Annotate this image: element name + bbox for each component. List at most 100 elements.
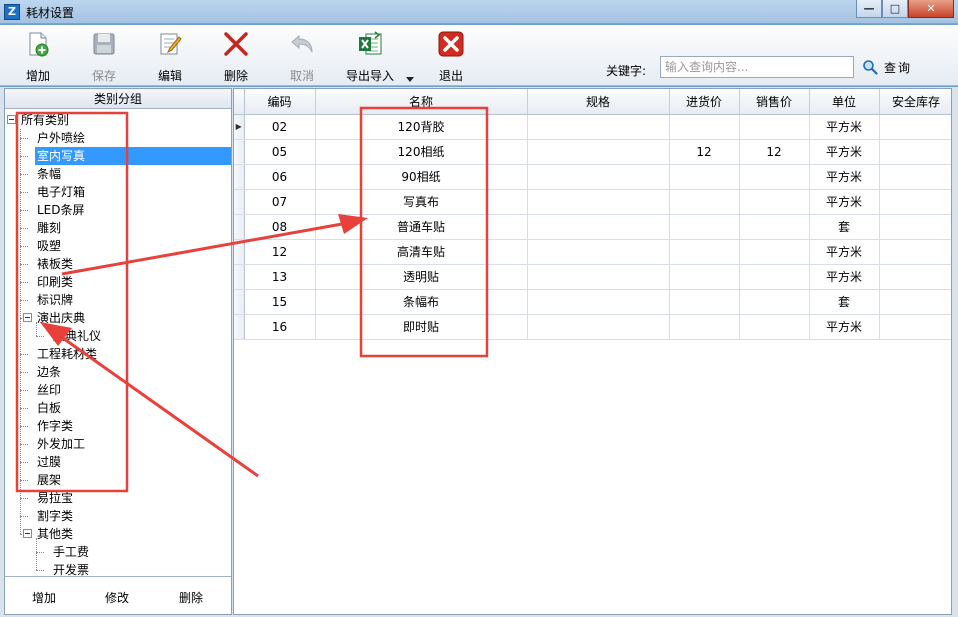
cell-code[interactable]: 08 [244, 214, 316, 240]
cell-safety-stock[interactable] [879, 214, 951, 240]
tree-item[interactable]: 所有类别 [19, 111, 71, 129]
cell-purchase-price[interactable] [669, 289, 740, 315]
tree-item[interactable]: 外发加工 [35, 435, 87, 453]
cell-sale-price[interactable] [739, 114, 810, 140]
cell-safety-stock[interactable] [879, 164, 951, 190]
cell-code[interactable]: 15 [244, 289, 316, 315]
column-header-code[interactable]: 编码 [244, 89, 316, 115]
exit-button[interactable]: 退出 [427, 29, 475, 83]
table-row[interactable]: 15 条幅布 套 [234, 289, 951, 315]
cell-code[interactable]: 16 [244, 314, 316, 340]
tree-item[interactable]: 电子灯箱 [35, 183, 87, 201]
cell-code[interactable]: 07 [244, 189, 316, 215]
cell-sale-price[interactable] [739, 239, 810, 265]
cell-name[interactable]: 透明贴 [315, 264, 528, 290]
tree-item[interactable]: 易拉宝 [35, 489, 75, 507]
add-button[interactable]: 增加 [14, 29, 62, 83]
tree-collapse-toggle-icon[interactable] [7, 115, 16, 124]
search-input[interactable] [660, 56, 854, 78]
cell-purchase-price[interactable] [669, 314, 740, 340]
cell-purchase-price[interactable] [669, 214, 740, 240]
tree-item[interactable]: 印刷类 [35, 273, 75, 291]
cell-purchase-price[interactable] [669, 164, 740, 190]
delete-button[interactable]: 删除 [212, 29, 260, 83]
cell-spec[interactable] [527, 164, 670, 190]
cell-unit[interactable]: 套 [809, 289, 880, 315]
minimize-button[interactable]: — [856, 0, 882, 18]
cell-code[interactable]: 05 [244, 139, 316, 165]
row-header[interactable] [234, 189, 245, 215]
cell-purchase-price[interactable] [669, 114, 740, 140]
row-header[interactable] [234, 214, 245, 240]
category-add-button[interactable]: 增加 [32, 589, 56, 606]
tree-item[interactable]: 条幅 [35, 165, 63, 183]
table-row[interactable]: ▶ 02 120背胶 平方米 [234, 114, 951, 140]
column-header-unit[interactable]: 单位 [809, 89, 880, 115]
cell-name[interactable]: 120背胶 [315, 114, 528, 140]
column-header-purchase-price[interactable]: 进货价 [669, 89, 740, 115]
cell-safety-stock[interactable] [879, 314, 951, 340]
table-row[interactable]: 07 写真布 平方米 [234, 189, 951, 215]
column-header-sale-price[interactable]: 销售价 [739, 89, 810, 115]
tree-item[interactable]: 割字类 [35, 507, 75, 525]
table-row[interactable]: 13 透明贴 平方米 [234, 264, 951, 290]
tree-item[interactable]: 边条 [35, 363, 63, 381]
close-window-button[interactable]: ✕ [908, 0, 954, 18]
cell-sale-price[interactable] [739, 264, 810, 290]
table-row[interactable]: 06 90相纸 平方米 [234, 164, 951, 190]
cell-unit[interactable]: 平方米 [809, 114, 880, 140]
cell-spec[interactable] [527, 114, 670, 140]
tree-collapse-toggle-icon[interactable] [23, 313, 32, 322]
cell-name[interactable]: 普通车贴 [315, 214, 528, 240]
row-header[interactable] [234, 314, 245, 340]
table-row[interactable]: 05 120相纸 12 12 平方米 [234, 139, 951, 165]
cell-spec[interactable] [527, 139, 670, 165]
row-header[interactable] [234, 164, 245, 190]
cell-unit[interactable]: 平方米 [809, 239, 880, 265]
table-row[interactable]: 08 普通车贴 套 [234, 214, 951, 240]
cell-name[interactable]: 条幅布 [315, 289, 528, 315]
cell-safety-stock[interactable] [879, 189, 951, 215]
tree-item[interactable]: 庆典礼仪 [51, 327, 103, 345]
cell-safety-stock[interactable] [879, 289, 951, 315]
row-header[interactable]: ▶ [234, 114, 245, 140]
cell-unit[interactable]: 平方米 [809, 264, 880, 290]
tree-item[interactable]: 手工费 [51, 543, 91, 561]
tree-item[interactable]: 作字类 [35, 417, 75, 435]
tree-item[interactable]: 过膜 [35, 453, 63, 471]
cell-safety-stock[interactable] [879, 264, 951, 290]
cell-sale-price[interactable] [739, 289, 810, 315]
category-delete-button[interactable]: 删除 [179, 589, 203, 606]
tree-item[interactable]: 丝印 [35, 381, 63, 399]
cell-code[interactable]: 06 [244, 164, 316, 190]
cell-sale-price[interactable] [739, 189, 810, 215]
cell-unit[interactable]: 平方米 [809, 189, 880, 215]
tree-item[interactable]: 白板 [35, 399, 63, 417]
cell-spec[interactable] [527, 239, 670, 265]
cell-name[interactable]: 即时贴 [315, 314, 528, 340]
tree-item[interactable]: 展架 [35, 471, 63, 489]
table-row[interactable]: 12 高清车贴 平方米 [234, 239, 951, 265]
export-import-button[interactable]: 导出导入 [346, 29, 394, 83]
cell-name[interactable]: 高清车贴 [315, 239, 528, 265]
row-header[interactable] [234, 264, 245, 290]
tree-item[interactable]: 演出庆典 [35, 309, 87, 327]
cell-purchase-price[interactable] [669, 239, 740, 265]
cell-purchase-price[interactable] [669, 189, 740, 215]
tree-item[interactable]: 雕刻 [35, 219, 63, 237]
table-row[interactable]: 16 即时贴 平方米 [234, 314, 951, 340]
column-header-spec[interactable]: 规格 [527, 89, 670, 115]
search-button[interactable]: 查询 [862, 57, 912, 77]
tree-item[interactable]: 标识牌 [35, 291, 75, 309]
cell-purchase-price[interactable] [669, 264, 740, 290]
row-header[interactable] [234, 239, 245, 265]
cell-sale-price[interactable] [739, 314, 810, 340]
row-header[interactable] [234, 139, 245, 165]
column-header-name[interactable]: 名称 [315, 89, 528, 115]
cell-spec[interactable] [527, 314, 670, 340]
cell-safety-stock[interactable] [879, 239, 951, 265]
cell-sale-price[interactable] [739, 164, 810, 190]
cell-unit[interactable]: 平方米 [809, 164, 880, 190]
cell-unit[interactable]: 平方米 [809, 314, 880, 340]
edit-button[interactable]: 编辑 [146, 29, 194, 83]
